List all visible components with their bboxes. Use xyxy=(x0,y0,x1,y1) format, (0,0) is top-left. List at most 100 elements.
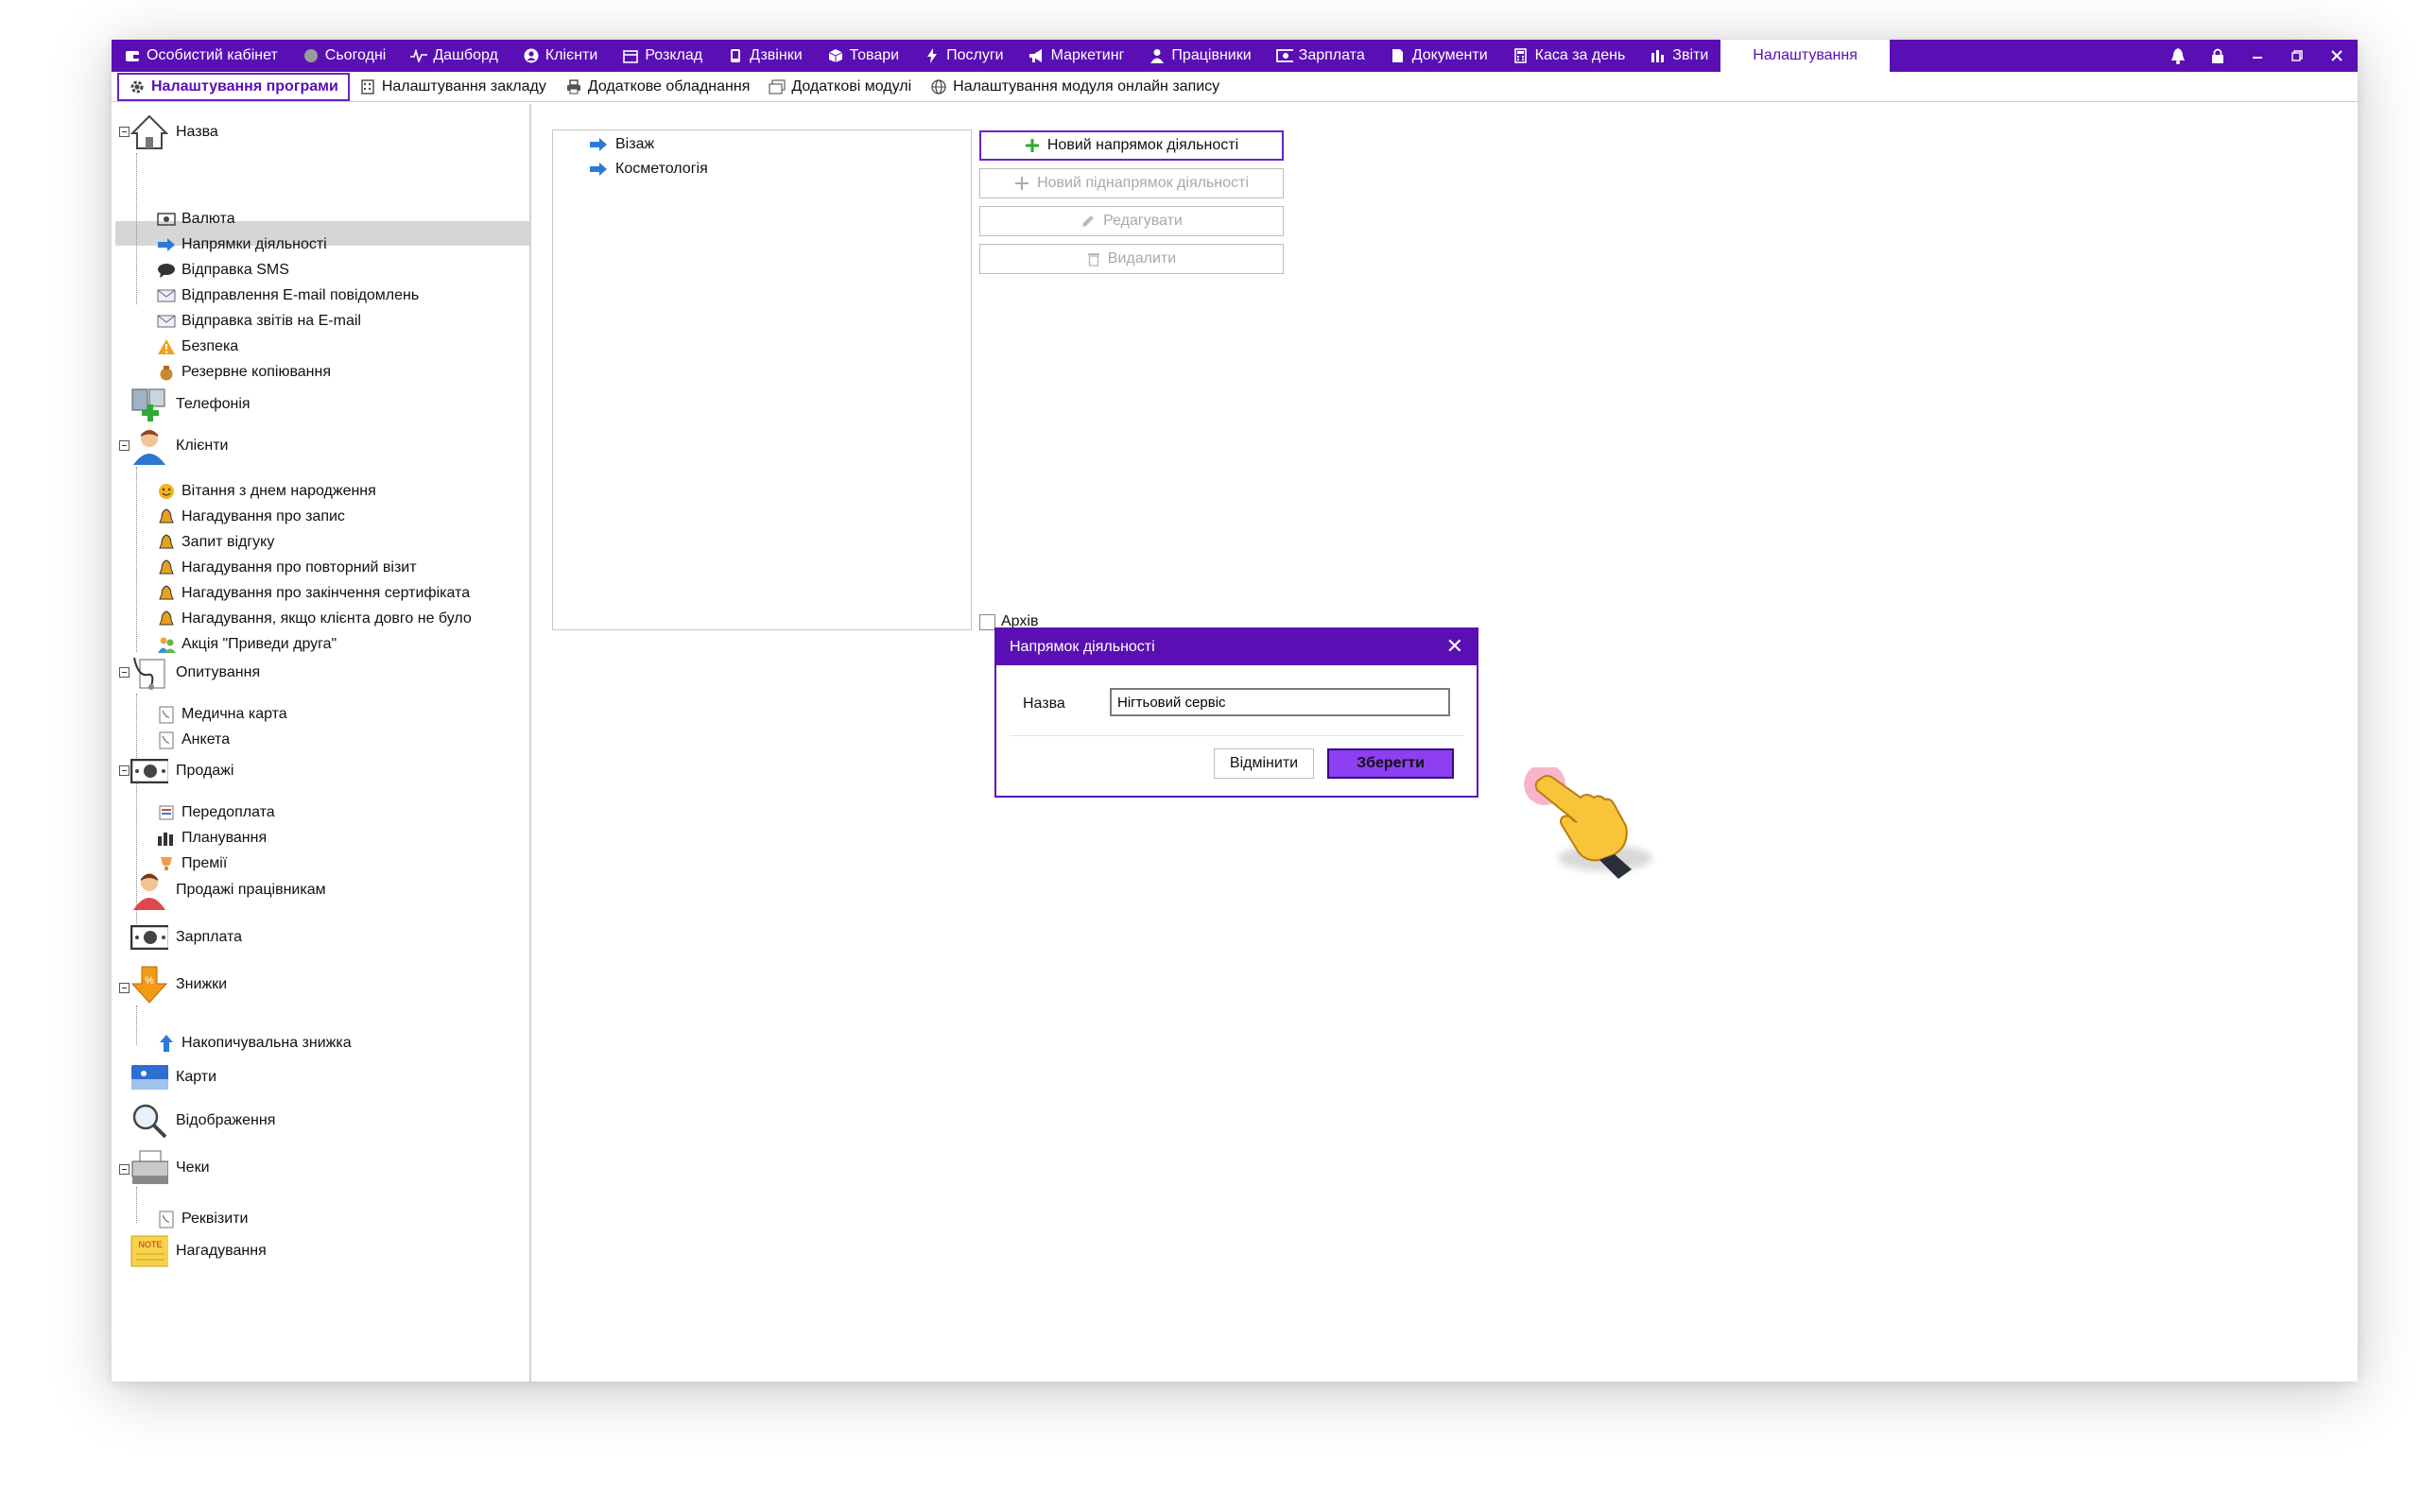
tree-toggle-sales[interactable] xyxy=(119,765,130,776)
nav-calls[interactable]: Дзвінки xyxy=(715,40,815,72)
delete-button[interactable]: Видалити xyxy=(979,244,1284,274)
top-navigation: Особистий кабінет Сьогодні Дашборд Клієн… xyxy=(112,40,2358,72)
telephony-icon xyxy=(130,386,168,423)
house-icon xyxy=(130,113,168,151)
tree-item-email-reports[interactable]: Відправка звітів на E-mail xyxy=(157,312,361,331)
tab-additional-modules[interactable]: Додаткові модулі xyxy=(759,73,921,101)
document-icon xyxy=(1390,47,1407,64)
tree-item-security[interactable]: Безпека xyxy=(157,337,238,356)
tree-item-birthday[interactable]: Вітання з днем народження xyxy=(157,482,376,501)
lock-icon[interactable] xyxy=(2206,47,2229,64)
tab-program-settings[interactable]: Налаштування програми xyxy=(117,72,350,101)
tree-item-bring-friend[interactable]: Акція "Приведи друга" xyxy=(157,635,337,654)
svg-text:NOTE: NOTE xyxy=(138,1240,162,1249)
tree-node-surveys[interactable]: Опитування xyxy=(130,654,260,692)
tree-node-clients[interactable]: Клієнти xyxy=(130,427,228,465)
tree-item-cumulative-discount[interactable]: Накопичувальна знижка xyxy=(157,1034,352,1053)
tree-item-sms[interactable]: Відправка SMS xyxy=(157,261,289,280)
tree-item-questionnaire[interactable]: Анкета xyxy=(157,730,230,749)
clipboard-icon xyxy=(157,1210,176,1228)
tree-node-receipts[interactable]: Чеки xyxy=(130,1149,210,1187)
tree-item-directions[interactable]: Напрямки діяльності xyxy=(157,235,327,254)
tree-node-discounts[interactable]: % Знижки xyxy=(130,966,227,1004)
nav-personal-cabinet[interactable]: Особистий кабінет xyxy=(112,40,290,72)
tree-node-telephony[interactable]: Телефонія xyxy=(130,386,251,423)
tree-item-prepayment[interactable]: Передоплата xyxy=(157,803,275,822)
tab-online-booking-settings[interactable]: Налаштування модуля онлайн запису xyxy=(921,73,1229,101)
tree-item-repeat-visit[interactable]: Нагадування про повторний візит xyxy=(157,558,417,577)
building-icon xyxy=(359,78,376,95)
list-item[interactable]: Візаж xyxy=(589,136,654,153)
tree-item-email-notifications[interactable]: Відправлення E-mail повідомлень xyxy=(157,286,419,305)
close-icon[interactable]: ✕ xyxy=(1446,636,1463,657)
nav-settings[interactable]: Налаштування xyxy=(1720,40,1890,72)
tree-item-medical-card[interactable]: Медична карта xyxy=(157,705,287,724)
tree-item-currency[interactable]: Валюта xyxy=(157,210,235,229)
tree-item-feedback-request[interactable]: Запит відгуку xyxy=(157,533,274,552)
nav-clients[interactable]: Клієнти xyxy=(510,40,610,72)
nav-schedule[interactable]: Розклад xyxy=(610,40,715,72)
wallet-icon xyxy=(124,47,141,64)
tree-toggle-name[interactable] xyxy=(119,127,130,137)
edit-button[interactable]: Редагувати xyxy=(979,206,1284,236)
nav-goods[interactable]: Товари xyxy=(815,40,911,72)
nav-cashbox[interactable]: Каса за день xyxy=(1500,40,1638,72)
tree-toggle-discounts[interactable] xyxy=(119,983,130,993)
directions-list[interactable]: Візаж Косметологія xyxy=(552,129,972,630)
name-input[interactable] xyxy=(1110,688,1450,716)
tree-item-long-absence[interactable]: Нагадування, якщо клієнта довго не було xyxy=(157,610,472,628)
nav-today[interactable]: Сьогодні xyxy=(290,40,399,72)
tree-item-backup[interactable]: Резервне копіювання xyxy=(157,363,331,382)
bell-warning-icon xyxy=(157,584,176,603)
tree-toggle-receipts[interactable] xyxy=(119,1164,130,1175)
bell-warning-icon xyxy=(157,507,176,526)
pencil-icon xyxy=(1080,214,1096,229)
close-icon[interactable] xyxy=(2325,50,2348,61)
clipboard-icon xyxy=(157,705,176,724)
app-window: Особистий кабінет Сьогодні Дашборд Клієн… xyxy=(112,40,2358,1382)
calculator-icon xyxy=(1512,47,1530,64)
restore-icon[interactable] xyxy=(2286,50,2308,61)
plus-icon xyxy=(1014,176,1029,191)
checkbox[interactable] xyxy=(979,613,995,630)
discount-arrow-icon: % xyxy=(130,966,168,1004)
tree-node-sales[interactable]: Продажі xyxy=(130,752,233,790)
nav-reports[interactable]: Звіти xyxy=(1637,40,1720,72)
tree-node-salary[interactable]: Зарплата xyxy=(130,919,242,956)
client-avatar-icon xyxy=(130,427,168,465)
clipboard-icon xyxy=(157,730,176,749)
tree-item-booking-reminder[interactable]: Нагадування про запис xyxy=(157,507,345,526)
globe-icon xyxy=(930,78,947,95)
nav-marketing[interactable]: Маркетинг xyxy=(1016,40,1137,72)
tree-toggle-clients[interactable] xyxy=(119,440,130,451)
nav-documents[interactable]: Документи xyxy=(1377,40,1500,72)
nav-employees[interactable]: Працівники xyxy=(1136,40,1263,72)
tree-node-display[interactable]: Відображення xyxy=(130,1102,275,1140)
tree-node-employee-sales[interactable]: Продажі працівникам xyxy=(130,871,326,910)
save-button[interactable]: Зберегти xyxy=(1327,748,1454,779)
cancel-button[interactable]: Відмінити xyxy=(1214,748,1314,779)
tree-node-cards[interactable]: Карти xyxy=(130,1058,216,1096)
tree-toggle-surveys[interactable] xyxy=(119,667,130,678)
box-icon xyxy=(827,47,844,64)
list-item[interactable]: Косметологія xyxy=(589,161,708,178)
stethoscope-icon xyxy=(130,654,168,692)
bell-icon[interactable] xyxy=(2167,47,2189,64)
note-icon: NOTE xyxy=(130,1232,168,1270)
new-direction-button[interactable]: Новий напрямок діяльності xyxy=(979,130,1284,161)
tree-item-planning[interactable]: Планування xyxy=(157,829,267,848)
dialog-title-bar: Напрямок діяльності ✕ xyxy=(996,629,1477,665)
direction-dialog: Напрямок діяльності ✕ Назва Відмінити Зб… xyxy=(994,627,1478,798)
tree-item-requisites[interactable]: Реквізити xyxy=(157,1210,248,1228)
tree-node-reminders[interactable]: NOTE Нагадування xyxy=(130,1232,267,1270)
new-subdirection-button[interactable]: Новий піднапрямок діяльності xyxy=(979,168,1284,198)
nav-services[interactable]: Послуги xyxy=(911,40,1016,72)
tab-venue-settings[interactable]: Налаштування закладу xyxy=(350,73,556,101)
minimize-icon[interactable] xyxy=(2246,50,2269,61)
nav-salary[interactable]: Зарплата xyxy=(1264,40,1377,72)
nav-dashboard[interactable]: Дашборд xyxy=(398,40,510,72)
pulse-icon xyxy=(410,47,428,64)
tree-node-name[interactable]: Назва xyxy=(130,113,218,151)
tab-additional-equipment[interactable]: Додаткове обладнання xyxy=(556,73,760,101)
tree-item-certificate-expiry[interactable]: Нагадування про закінчення сертифіката xyxy=(157,584,470,603)
